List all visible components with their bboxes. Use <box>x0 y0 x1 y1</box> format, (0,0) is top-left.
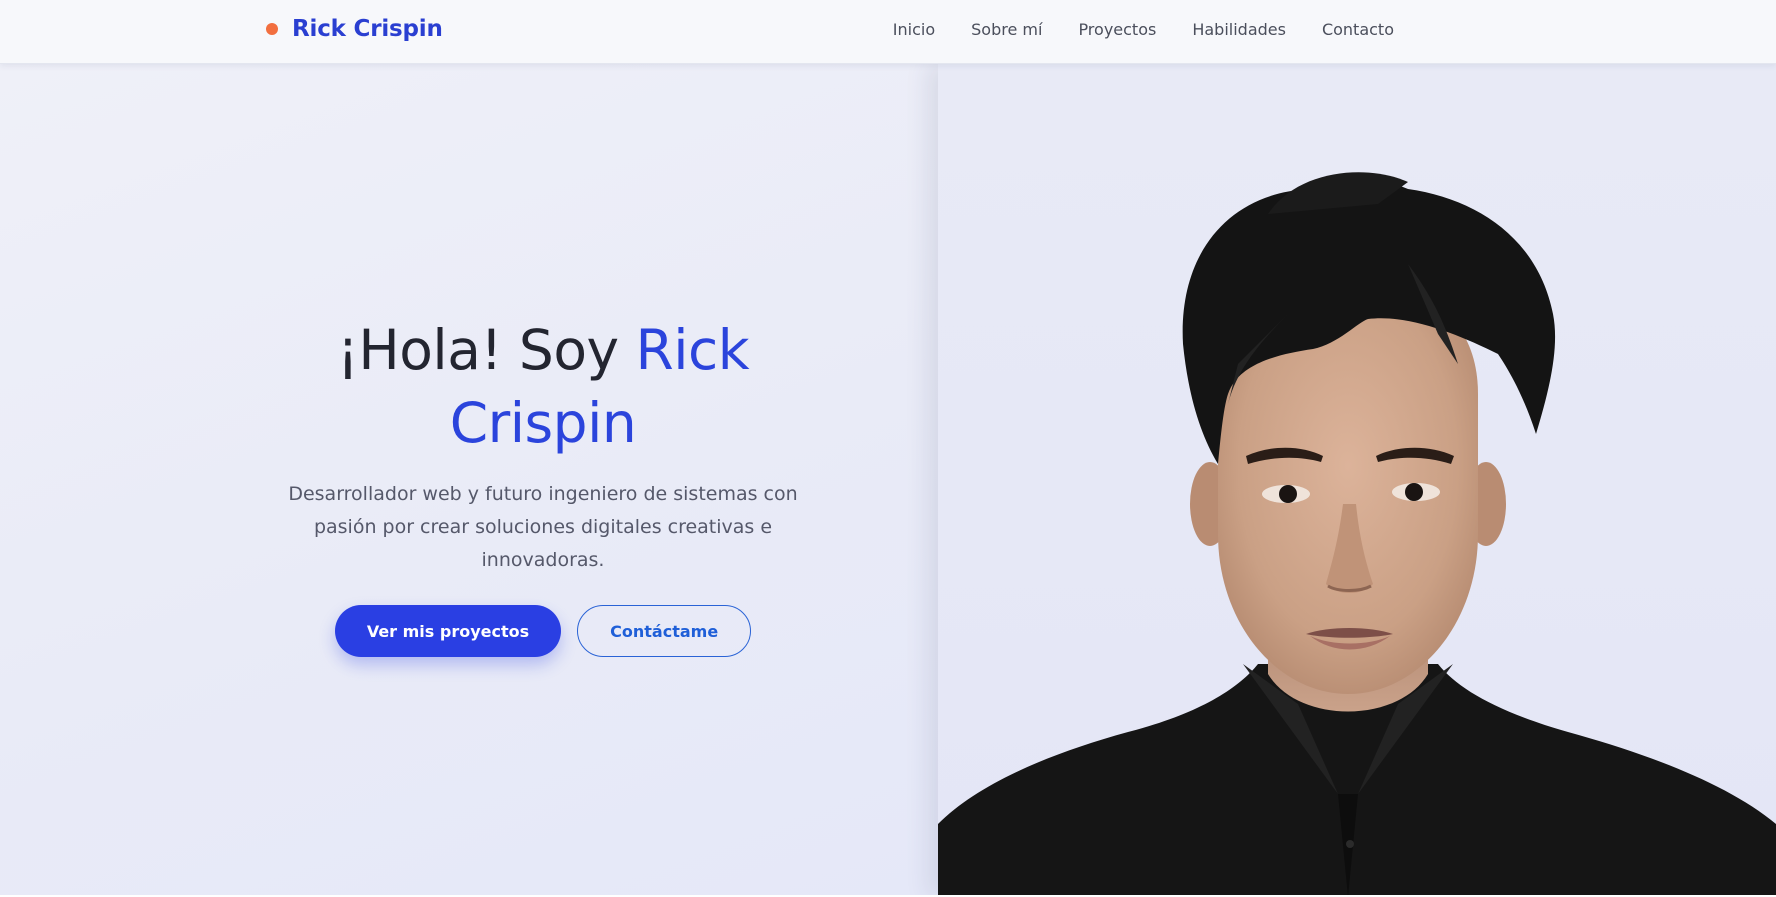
nav-link-habilidades[interactable]: Habilidades <box>1192 20 1286 39</box>
hero-actions: Ver mis proyectos Contáctame <box>268 605 818 657</box>
hero-content: ¡Hola! Soy Rick Crispin Desarrollador we… <box>268 314 818 657</box>
dot-icon <box>266 23 278 35</box>
nav-link-contacto[interactable]: Contacto <box>1322 20 1394 39</box>
portfolio-page: Rick Crispin Inicio Sobre mí Proyectos H… <box>0 0 1776 897</box>
profile-photo-panel <box>938 64 1776 897</box>
nav-link-sobre-mi[interactable]: Sobre mí <box>971 20 1042 39</box>
hero-subtitle: Desarrollador web y futuro ingeniero de … <box>288 483 798 571</box>
navbar: Rick Crispin Inicio Sobre mí Proyectos H… <box>0 0 1776 64</box>
nav-menu: Inicio Sobre mí Proyectos Habilidades Co… <box>893 0 1394 58</box>
hero-title-greeting: ¡Hola! Soy <box>336 318 619 382</box>
view-projects-button[interactable]: Ver mis proyectos <box>334 605 562 657</box>
brand-logo[interactable]: Rick Crispin <box>266 0 443 58</box>
brand-name: Rick Crispin <box>292 16 443 42</box>
nav-link-proyectos[interactable]: Proyectos <box>1078 20 1156 39</box>
hero-title: ¡Hola! Soy Rick Crispin <box>268 314 818 460</box>
nav-link-inicio[interactable]: Inicio <box>893 20 935 39</box>
profile-photo <box>938 172 1776 897</box>
hero-section: ¡Hola! Soy Rick Crispin Desarrollador we… <box>0 64 938 897</box>
contact-me-button[interactable]: Contáctame <box>577 605 752 657</box>
